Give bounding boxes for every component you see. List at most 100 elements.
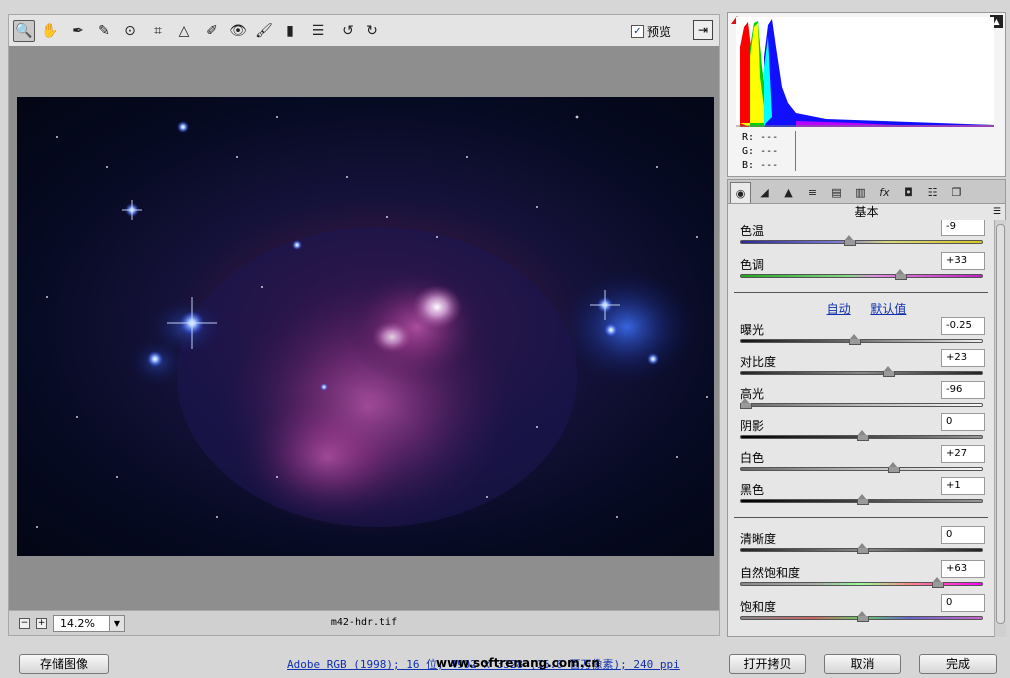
temp-input[interactable]: -9: [941, 220, 985, 236]
saturation-slider[interactable]: [857, 611, 869, 622]
vibrance-input[interactable]: +63: [941, 560, 985, 578]
tint-input[interactable]: +33: [941, 252, 985, 270]
blacks-label: 黑色: [740, 483, 765, 497]
fullscreen-icon[interactable]: ⇥: [693, 20, 713, 40]
histogram-graph: [736, 17, 994, 127]
contrast-input[interactable]: +23: [941, 349, 985, 367]
red-eye-icon[interactable]: 👁: [227, 20, 249, 42]
vibrance-slider[interactable]: [932, 577, 944, 588]
nebula-photo: [17, 97, 714, 556]
basic-adjustments: 色温 -9 色调 +33 自动 默认值 曝光 -0.25 对比度 +23 高光 …: [727, 220, 1006, 637]
auto-default-links: 自动 默认值: [728, 300, 1005, 317]
tool-bar: 🔍 ✋ ✒ ✎ ⊙ ⌗ △ ✐ 👁 🖌 ▮ ☰ ↺ ↻ ✓ 预览 ⇥: [8, 14, 720, 46]
preview-label: 预览: [646, 25, 671, 39]
shadows-slider[interactable]: [857, 430, 869, 441]
camera-calibration-tab-icon[interactable]: ◘: [898, 182, 919, 203]
panel-scrollbar[interactable]: [994, 220, 1006, 637]
done-button[interactable]: 完成: [919, 654, 997, 674]
detail-tab-icon[interactable]: ▲: [778, 182, 799, 203]
clarity-slider[interactable]: [857, 543, 869, 554]
color-sampler-icon[interactable]: ✎: [93, 20, 115, 42]
preview-toggle[interactable]: ✓ 预览: [630, 23, 671, 40]
camera-raw-window: 🔍 ✋ ✒ ✎ ⊙ ⌗ △ ✐ 👁 🖌 ▮ ☰ ↺ ↻ ✓ 预览 ⇥ − + 1…: [0, 0, 1010, 678]
adjustment-brush-icon[interactable]: 🖌: [253, 20, 275, 42]
b-label: B:: [742, 160, 755, 171]
effects-tab-icon[interactable]: fx: [874, 182, 895, 203]
contrast-label: 对比度: [740, 355, 777, 369]
whites-track[interactable]: [740, 467, 983, 471]
graduated-filter-icon[interactable]: ▮: [279, 20, 301, 42]
image-canvas[interactable]: [8, 46, 720, 610]
vibrance-label: 自然饱和度: [740, 566, 801, 580]
panel-title: 基本: [854, 205, 879, 219]
exposure-slider-row: 曝光 -0.25: [740, 317, 985, 351]
shadows-slider-row: 阴影 0: [740, 413, 985, 447]
highlights-slider[interactable]: [740, 398, 752, 409]
blacks-slider-row: 黑色 +1: [740, 477, 985, 511]
file-name: m42-hdr.tif: [330, 617, 398, 628]
readout-divider: [795, 131, 796, 171]
panel-menu-icon[interactable]: ☰: [993, 204, 1001, 220]
b-value: ---: [760, 160, 779, 171]
cancel-button[interactable]: 取消: [824, 654, 901, 674]
tone-curve-tab-icon[interactable]: ◢: [754, 182, 775, 203]
shadows-label: 阴影: [740, 419, 765, 433]
save-image-button[interactable]: 存储图像: [19, 654, 109, 674]
exposure-slider[interactable]: [849, 334, 861, 345]
hsl-tab-icon[interactable]: ≡: [802, 182, 823, 203]
auto-link[interactable]: 自动: [827, 302, 851, 316]
open-copy-button[interactable]: 打开拷贝: [729, 654, 806, 674]
contrast-slider[interactable]: [883, 366, 895, 377]
watermark: www.softrenang.com.cn: [436, 656, 600, 670]
default-link[interactable]: 默认值: [870, 302, 906, 316]
basic-tab-icon[interactable]: ◉: [730, 182, 751, 203]
snapshots-tab-icon[interactable]: ❐: [946, 182, 967, 203]
targeted-adjust-icon[interactable]: ⊙: [119, 20, 141, 42]
rotate-cw-icon[interactable]: ↻: [361, 20, 383, 42]
split-toning-tab-icon[interactable]: ▤: [826, 182, 847, 203]
preferences-icon[interactable]: ☰: [307, 20, 329, 42]
whites-slider-row: 白色 +27: [740, 445, 985, 479]
r-value: ---: [760, 132, 779, 143]
clarity-input[interactable]: 0: [941, 526, 985, 544]
spot-removal-icon[interactable]: ✐: [201, 20, 223, 42]
saturation-input[interactable]: 0: [941, 594, 985, 612]
zoom-icon[interactable]: 🔍: [13, 20, 35, 42]
clarity-slider-row: 清晰度 0: [740, 526, 985, 560]
g-label: G:: [742, 146, 755, 157]
tint-label: 色调: [740, 258, 765, 272]
contrast-track[interactable]: [740, 371, 983, 375]
temp-track[interactable]: [740, 240, 983, 244]
vibrance-track[interactable]: [740, 582, 983, 586]
status-bar: − + 14.2% ▼ m42-hdr.tif: [8, 610, 720, 636]
blacks-input[interactable]: +1: [941, 477, 985, 495]
highlights-slider-row: 高光 -96: [740, 381, 985, 415]
exposure-input[interactable]: -0.25: [941, 317, 985, 335]
tint-track[interactable]: [740, 274, 983, 278]
panel-tabs: ◉ ◢ ▲ ≡ ▤ ▥ fx ◘ ☷ ❐: [727, 179, 1006, 204]
preview-checkbox[interactable]: ✓: [630, 25, 644, 38]
white-balance-icon[interactable]: ✒: [67, 20, 89, 42]
temp-slider[interactable]: [844, 235, 856, 246]
saturation-slider-row: 饱和度 0: [740, 594, 985, 628]
lens-tab-icon[interactable]: ▥: [850, 182, 871, 203]
blacks-slider[interactable]: [857, 494, 869, 505]
shadows-input[interactable]: 0: [941, 413, 985, 431]
scrollbar-thumb[interactable]: [996, 224, 1005, 624]
rotate-ccw-icon[interactable]: ↺: [337, 20, 359, 42]
crop-icon[interactable]: ⌗: [147, 20, 169, 42]
whites-input[interactable]: +27: [941, 445, 985, 463]
presets-tab-icon[interactable]: ☷: [922, 182, 943, 203]
temp-label: 色温: [740, 224, 765, 238]
highlights-track[interactable]: [740, 403, 983, 407]
histogram-panel: ▲ R: --- G: --- B: ---: [727, 12, 1006, 177]
highlights-input[interactable]: -96: [941, 381, 985, 399]
g-value: ---: [760, 146, 779, 157]
whites-slider[interactable]: [888, 462, 900, 473]
vibrance-slider-row: 自然饱和度 +63: [740, 560, 985, 594]
clarity-label: 清晰度: [740, 532, 777, 546]
exposure-track[interactable]: [740, 339, 983, 343]
hand-icon[interactable]: ✋: [39, 20, 61, 42]
straighten-icon[interactable]: △: [173, 20, 195, 42]
tint-slider[interactable]: [895, 269, 907, 280]
